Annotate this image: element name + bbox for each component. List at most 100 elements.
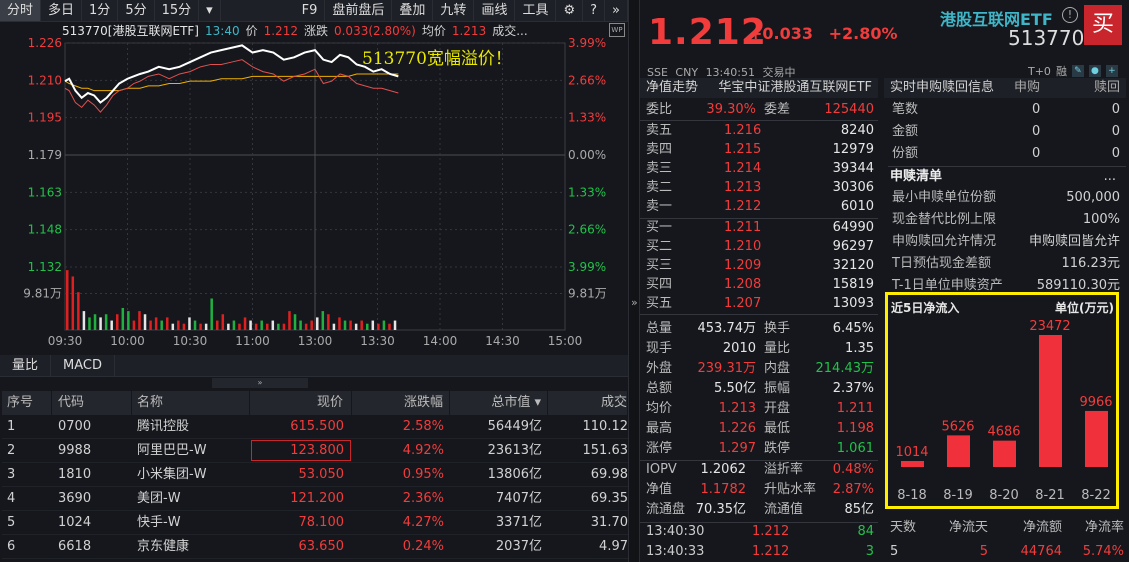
toolbar-button-5[interactable]: 工具 (515, 0, 557, 21)
table-cell: 5 (7, 515, 16, 530)
column-header[interactable]: 总市值 ▾ (450, 391, 548, 415)
tab-period-5[interactable]: ▾ (199, 0, 221, 21)
column-header[interactable]: 代码 (52, 391, 132, 415)
volume-bar (377, 323, 380, 330)
value: 70.35亿 (695, 502, 746, 517)
table-cell: 6618 (58, 539, 92, 554)
inflow-bar (901, 461, 924, 467)
panel-divider[interactable]: » (628, 0, 640, 562)
tab-period-4[interactable]: 15分 (155, 0, 200, 21)
volume-bar (71, 276, 75, 330)
value: 0 (1032, 146, 1041, 161)
pencil-icon[interactable]: ✎ (1071, 65, 1084, 77)
intraday-chart[interactable]: 1.226 3.99% 1.210 2.66% 1.195 1.33% 1.179 0.00%… (0, 36, 628, 354)
change-amount: +0.033 (749, 24, 814, 43)
tab-indicator-0[interactable]: 量比 (0, 355, 52, 376)
tab-period-1[interactable]: 多日 (41, 0, 83, 21)
column-header[interactable]: 涨跌幅 (352, 391, 450, 415)
level-price: 1.210 (724, 239, 762, 254)
label: 换手 (764, 321, 791, 336)
value: 1.2062 (700, 462, 747, 477)
table-cell: 0.24% (402, 539, 444, 554)
table-cell: 7407亿 (495, 491, 542, 506)
info-icon[interactable]: ! (1062, 7, 1078, 23)
column-header[interactable]: 成交 (548, 391, 628, 415)
fund-full-name: 华宝中证港股通互联网ETF (718, 80, 872, 95)
column-header[interactable]: 序号 (2, 391, 52, 415)
buy-button[interactable]: 买 (1084, 5, 1122, 45)
table-row[interactable]: 4 3690 美团-W 121.200 2.36% 7407亿 69.35 (2, 487, 628, 511)
table-cell: 2.58% (402, 419, 444, 434)
level-price: 1.213 (724, 180, 762, 195)
table-row[interactable]: 5 1024 快手-W 78.100 4.27% 3371亿 31.70 (2, 511, 628, 535)
toolbar-button-2[interactable]: 叠加 (392, 0, 434, 21)
table-row[interactable]: 2 9988 阿里巴巴-W 123.800 4.92% 23613亿 151.63 (2, 439, 628, 463)
value: 116.23元 (1061, 256, 1121, 271)
volume-bar (366, 323, 369, 330)
table-row[interactable]: 3 1810 小米集团-W 53.050 0.95% 13806亿 69.98 (2, 463, 628, 487)
inflow-bar (993, 440, 1016, 467)
volume-bar (132, 320, 136, 330)
tab-period-2[interactable]: 1分 (82, 0, 119, 21)
gear-icon[interactable]: ⚙ (556, 0, 584, 21)
level-volume: 64990 (832, 220, 874, 235)
more-button[interactable]: ... (1104, 166, 1116, 188)
inflow-date: 8-22 (1081, 488, 1111, 503)
level-volume: 30306 (832, 180, 874, 195)
summary-value: 5 (890, 544, 899, 559)
x-tick: 13:30 (360, 334, 395, 348)
wp-icon[interactable]: WP (609, 23, 625, 37)
toolbar-button-0[interactable]: F9 (295, 0, 326, 21)
label: 现金替代比例上限 (892, 212, 997, 227)
level-label: 卖三 (646, 161, 673, 176)
value: 0 (1032, 124, 1041, 139)
y-tick-left: 1.210 (28, 73, 62, 87)
y-tick-right: 1.33% (568, 185, 606, 199)
help-icon[interactable]: ? (583, 0, 606, 21)
expand-icon[interactable]: » (631, 296, 638, 309)
toolbar-button-4[interactable]: 画线 (474, 0, 516, 21)
volume-bar (293, 314, 297, 330)
volume-bar (310, 320, 313, 330)
value: 2.87% (832, 482, 874, 497)
bell-icon[interactable]: ● (1088, 65, 1101, 77)
volume-bar (77, 292, 80, 330)
column-header[interactable]: 名称 (132, 391, 250, 415)
volume-bar (349, 320, 352, 330)
column-header[interactable]: 现价 (250, 391, 352, 415)
label: 流通值 (764, 502, 804, 517)
value: 1.213 (718, 401, 756, 416)
tick-volume: 84 (857, 524, 874, 539)
collapse-chevron-icon[interactable]: » (212, 378, 308, 388)
toolbar-button-1[interactable]: 盘前盘后 (325, 0, 393, 21)
table-row[interactable]: 6 6618 京东健康 63.650 0.24% 2037亿 4.97 (2, 535, 628, 559)
tab-indicator-1[interactable]: MACD (51, 355, 115, 376)
toolbar-button-3[interactable]: 九转 (433, 0, 475, 21)
y-tick-left: 1.132 (28, 260, 62, 274)
tab-period-0[interactable]: 分时 (0, 0, 42, 21)
table-cell: 4 (7, 491, 16, 506)
more-icon[interactable]: » (605, 0, 628, 21)
quote-tools: T+0 融 ✎ ● + (1028, 63, 1118, 79)
volume-bar (127, 311, 130, 330)
table-cell: 京东健康 (137, 539, 190, 554)
volume-bar (138, 311, 141, 330)
col-subscribe: 申购 (1014, 80, 1041, 95)
label: 委比 (646, 102, 673, 117)
table-cell: 2 (7, 443, 16, 458)
volume-bar (382, 320, 386, 330)
value: 0 (1032, 102, 1041, 117)
volume-bar (388, 323, 391, 330)
volume-bar (143, 314, 147, 330)
y-tick-right: 3.99% (568, 36, 606, 50)
table-row[interactable]: 1 0700 腾讯控股 615.500 2.58% 56449亿 110.12 (2, 415, 628, 439)
value: 500,000 (1066, 190, 1120, 205)
table-cell: 3 (7, 467, 16, 482)
divider (640, 314, 878, 315)
volume-bar (227, 323, 230, 330)
value: 5.50亿 (714, 381, 756, 396)
plus-icon[interactable]: + (1105, 65, 1118, 77)
x-tick: 11:00 (235, 334, 270, 348)
tab-period-3[interactable]: 5分 (118, 0, 155, 21)
nav-tab[interactable]: 净值走势 (646, 78, 698, 98)
